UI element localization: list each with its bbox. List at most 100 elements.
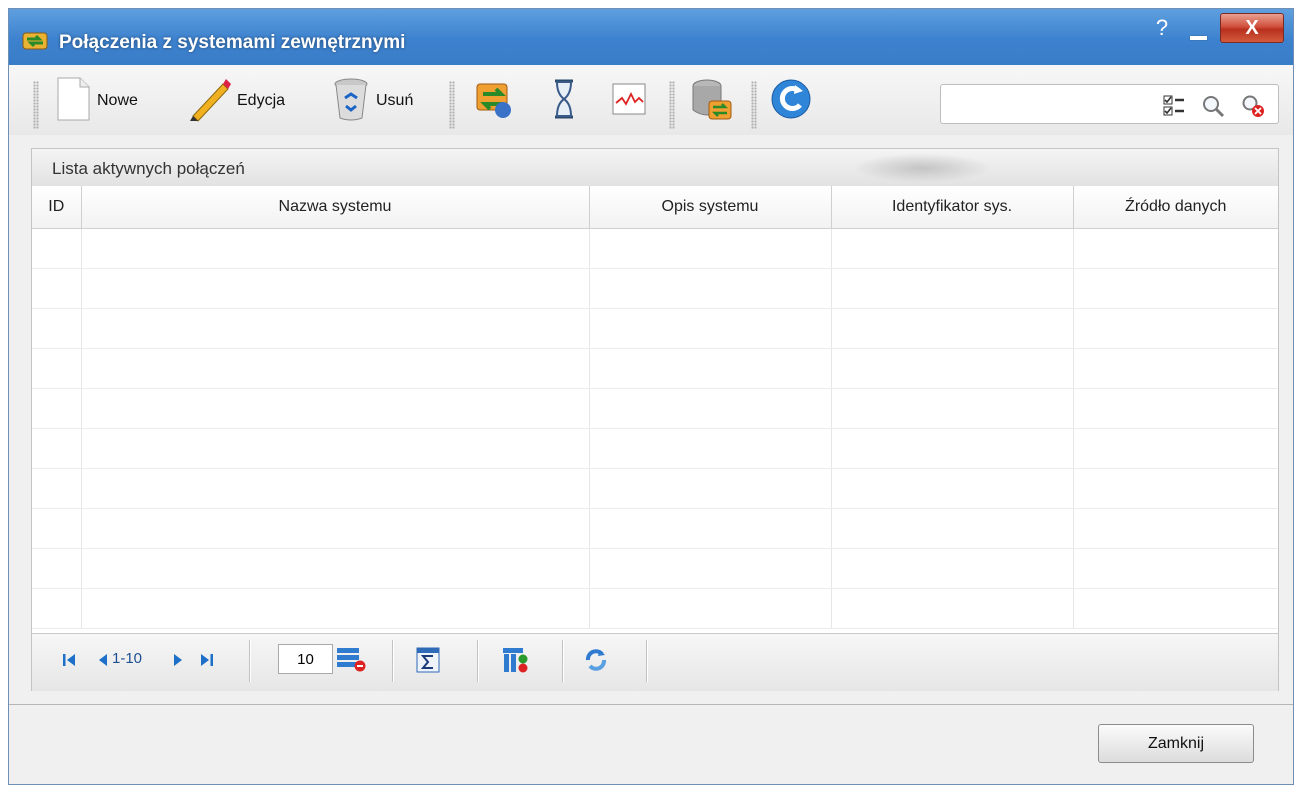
delete-button[interactable]: Usuń [332,77,413,125]
new-button-label: Nowe [97,92,138,109]
table-row[interactable] [32,228,1278,269]
table-row[interactable] [32,308,1278,349]
table-cell [32,268,82,309]
magnifier-icon[interactable] [1201,94,1225,118]
search-input[interactable] [947,93,1151,117]
pager-separator [477,640,478,682]
clear-search-icon[interactable] [1241,94,1265,118]
history-button[interactable] [552,77,576,125]
table-cell [831,548,1074,589]
pager-separator [562,640,563,682]
database-icon [689,77,733,126]
table-cell [81,388,590,429]
connections-table: ID Nazwa systemu Opis systemu Identyfika… [32,186,1278,629]
table-cell [32,468,82,509]
table-row[interactable] [32,268,1278,309]
column-header-data-source[interactable]: Źródło danych [1073,186,1278,229]
pencil-icon [187,76,231,127]
table-cell [1073,228,1278,269]
table-row[interactable] [32,428,1278,469]
help-button[interactable]: ? [1149,13,1175,43]
table-cell [589,548,832,589]
chart-icon [611,81,647,122]
table-cell [831,388,1074,429]
chart-button[interactable] [611,77,647,125]
previous-page-icon[interactable] [97,652,109,673]
table-cell [81,588,590,629]
table-cell [831,588,1074,629]
transfer-icon [473,78,515,125]
table-cell [1073,388,1278,429]
table-cell [589,388,832,429]
checklist-icon[interactable] [1162,94,1186,118]
table-row[interactable] [32,588,1278,629]
table-cell [1073,348,1278,389]
table-cell [831,228,1074,269]
next-page-icon[interactable] [172,652,184,673]
refresh-button[interactable] [769,77,813,125]
search-box [940,84,1279,124]
last-page-icon[interactable] [200,652,214,673]
toolbar-grip[interactable] [33,81,39,129]
table-cell [589,588,832,629]
table-cell [81,228,590,269]
panel-header: Lista aktywnych połączeń [32,149,1278,187]
minimize-button[interactable] [1181,15,1215,43]
table-row[interactable] [32,348,1278,389]
table-cell [831,468,1074,509]
table-header-row: ID Nazwa systemu Opis systemu Identyfika… [32,186,1278,229]
columns-settings-icon[interactable] [502,647,530,678]
table-cell [831,428,1074,469]
recycle-bin-icon [332,76,370,127]
table-row[interactable] [32,468,1278,509]
table-cell [1073,308,1278,349]
table-cell [589,468,832,509]
table-cell [1073,588,1278,629]
toolbar-grip[interactable] [669,81,675,129]
first-page-icon[interactable] [62,652,76,673]
content-area: Nowe Edycja Usuń Lista aktywnych połącze… [9,65,1293,705]
table-row[interactable] [32,548,1278,589]
hourglass-icon [552,78,576,125]
table-cell [32,588,82,629]
column-header-description[interactable]: Opis systemu [589,186,832,229]
table-cell [589,308,832,349]
pager-separator [646,640,647,682]
table-cell [589,228,832,269]
table-cell [32,308,82,349]
table-cell [81,548,590,589]
table-cell [32,508,82,549]
table-cell [32,228,82,269]
rows-settings-icon[interactable] [336,646,366,679]
toolbar: Nowe Edycja Usuń [9,65,1293,135]
table-cell [32,428,82,469]
delete-button-label: Usuń [376,92,414,109]
table-row[interactable] [32,508,1278,549]
table-cell [831,268,1074,309]
table-cell [831,508,1074,549]
transfer-button[interactable] [473,77,515,125]
column-header-name[interactable]: Nazwa systemu [81,186,590,229]
column-header-identifier[interactable]: Identyfikator sys. [831,186,1074,229]
connections-panel: Lista aktywnych połączeń ID Nazwa system… [31,148,1279,691]
edit-button-label: Edycja [237,92,286,109]
table-cell [589,268,832,309]
reload-icon[interactable] [584,648,608,677]
column-header-id[interactable]: ID [32,186,82,229]
pager-separator [392,640,393,682]
database-button[interactable] [689,77,733,125]
toolbar-grip[interactable] [449,81,455,129]
panel-header-highlight [852,153,992,183]
toolbar-grip[interactable] [751,81,757,129]
new-button[interactable]: Nowe [55,77,138,125]
edit-button[interactable]: Edycja [187,77,285,125]
sum-icon[interactable] [416,647,440,678]
close-button[interactable]: Zamknij [1098,724,1254,763]
dialog-window: Połączenia z systemami zewnętrznymi ? X … [8,8,1294,785]
close-window-button[interactable]: X [1220,13,1284,43]
title-bar[interactable]: Połączenia z systemami zewnętrznymi ? X [9,9,1293,65]
table-row[interactable] [32,388,1278,429]
page-size-input[interactable] [278,644,333,674]
pager-separator [249,640,250,682]
table-cell [831,308,1074,349]
